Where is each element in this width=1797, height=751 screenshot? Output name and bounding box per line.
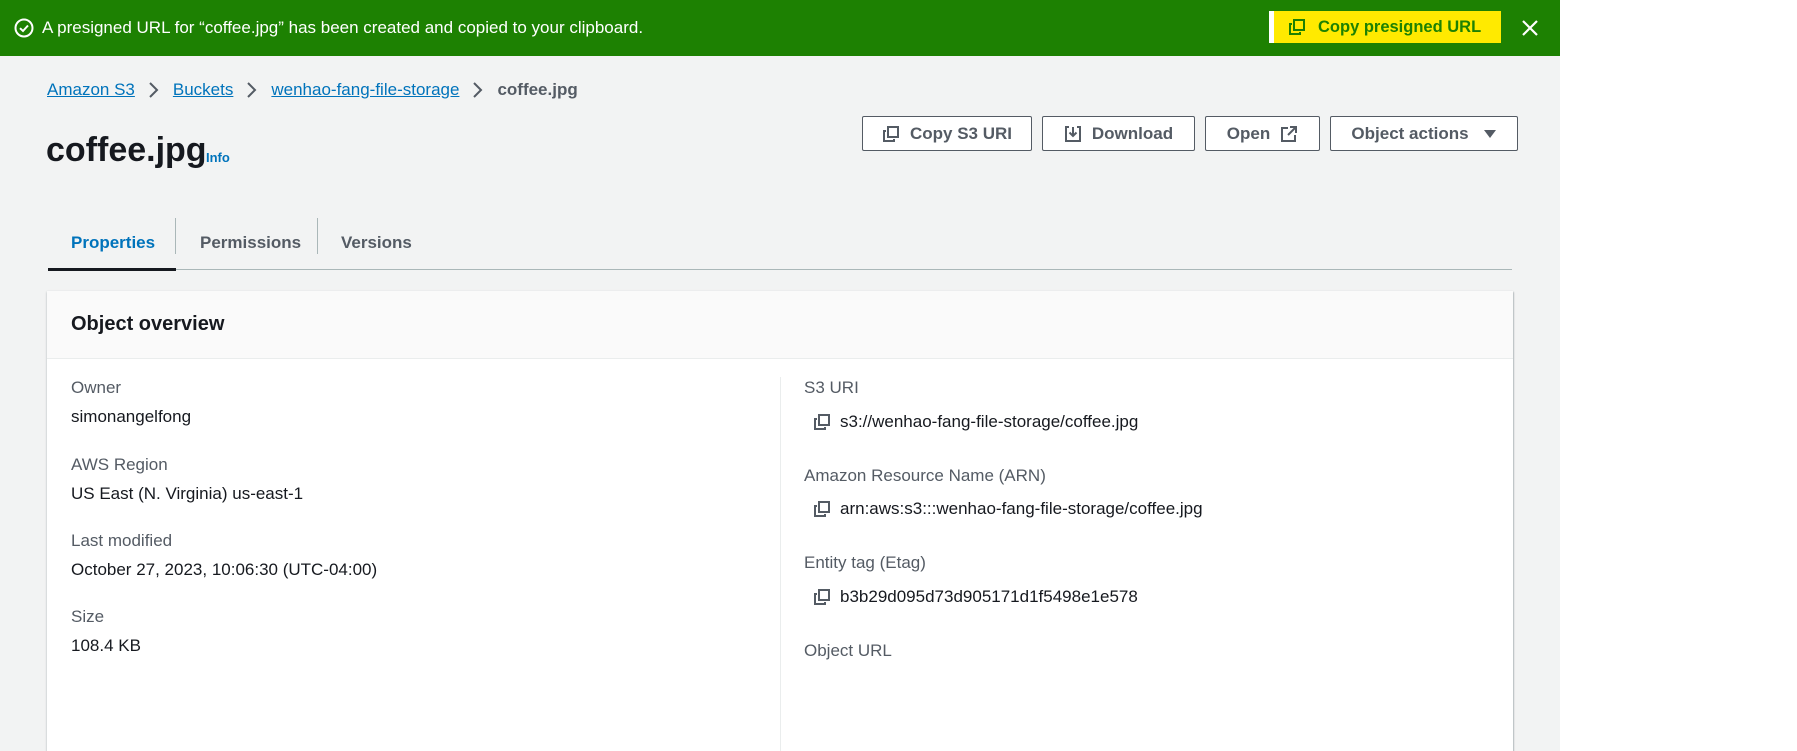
flash-message: A presigned URL for “coffee.jpg” has bee…: [42, 18, 644, 37]
open-button[interactable]: Open: [1205, 116, 1320, 151]
arn-label: Amazon Resource Name (ARN): [804, 466, 1046, 485]
column-divider: [780, 377, 781, 751]
panel-title: Object overview: [71, 313, 225, 335]
page-title: coffee.jpg: [46, 131, 207, 169]
download-button[interactable]: Download: [1042, 116, 1195, 151]
etag-value: b3b29d095d73d905171d1f5498e1e578: [840, 587, 1138, 606]
copy-presigned-url-label: Copy presigned URL: [1318, 17, 1482, 36]
download-icon: [1064, 125, 1081, 142]
external-link-icon: [1281, 125, 1298, 142]
tab-list: Properties Permissions Versions: [48, 215, 1512, 271]
size-value: 108.4 KB: [71, 636, 141, 655]
copy-s3-uri-button[interactable]: Copy S3 URI: [862, 116, 1032, 151]
region-label: AWS Region: [71, 455, 168, 474]
copy-s3-uri-label: Copy S3 URI: [909, 123, 1013, 143]
breadcrumb-current: coffee.jpg: [497, 80, 578, 99]
copy-presigned-url-button[interactable]: Copy presigned URL: [1269, 11, 1501, 43]
info-link[interactable]: Info: [206, 150, 230, 165]
arn-row: arn:aws:s3:::wenhao-fang-file-storage/co…: [813, 499, 1203, 519]
breadcrumb-amazon-s3[interactable]: Amazon S3: [47, 80, 135, 100]
owner-value: simonangelfong: [71, 407, 192, 426]
tab-permissions[interactable]: Permissions: [200, 215, 301, 270]
etag-label: Entity tag (Etag): [804, 553, 926, 572]
s3-uri-value: s3://wenhao-fang-file-storage/coffee.jpg: [840, 412, 1139, 431]
object-actions-dropdown[interactable]: Object actions: [1330, 116, 1518, 151]
download-label: Download: [1091, 123, 1174, 143]
last-modified-value: October 27, 2023, 10:06:30 (UTC-04:00): [71, 560, 378, 579]
tab-divider: [317, 218, 318, 254]
page-right-margin: [1560, 0, 1797, 751]
copy-icon: [1289, 19, 1305, 35]
size-label: Size: [71, 607, 105, 626]
breadcrumb: Amazon S3 Buckets wenhao-fang-file-stora…: [47, 80, 578, 100]
s3-uri-row: s3://wenhao-fang-file-storage/coffee.jpg: [813, 412, 1138, 432]
owner-label: Owner: [71, 378, 122, 397]
copy-icon: [882, 125, 899, 142]
copy-icon[interactable]: [813, 413, 831, 431]
object-overview-panel: Object overview Owner simonangelfong AWS…: [47, 291, 1513, 751]
success-check-icon: [14, 18, 34, 38]
panel-header: Object overview: [47, 291, 1513, 359]
chevron-right-icon: [233, 81, 271, 99]
open-label: Open: [1226, 123, 1271, 143]
tab-properties[interactable]: Properties: [71, 215, 155, 270]
etag-row: b3b29d095d73d905171d1f5498e1e578: [813, 587, 1138, 607]
caret-down-icon: [1483, 129, 1496, 138]
active-tab-indicator: [48, 268, 176, 271]
s3-uri-label: S3 URI: [804, 378, 859, 397]
tab-versions[interactable]: Versions: [341, 215, 412, 270]
breadcrumb-bucket-name[interactable]: wenhao-fang-file-storage: [271, 80, 459, 100]
chevron-right-icon: [135, 81, 173, 99]
region-value: US East (N. Virginia) us-east-1: [71, 484, 304, 503]
chevron-right-icon: [459, 81, 497, 99]
arn-value: arn:aws:s3:::wenhao-fang-file-storage/co…: [840, 499, 1203, 518]
success-flash-banner: A presigned URL for “coffee.jpg” has bee…: [0, 0, 1560, 56]
tab-divider: [175, 218, 176, 254]
last-modified-label: Last modified: [71, 531, 173, 550]
breadcrumb-buckets[interactable]: Buckets: [173, 80, 233, 100]
object-url-label: Object URL: [804, 641, 892, 660]
copy-icon[interactable]: [813, 588, 831, 606]
object-actions-label: Object actions: [1351, 123, 1469, 143]
close-icon[interactable]: [1519, 17, 1541, 39]
copy-icon[interactable]: [813, 500, 831, 518]
